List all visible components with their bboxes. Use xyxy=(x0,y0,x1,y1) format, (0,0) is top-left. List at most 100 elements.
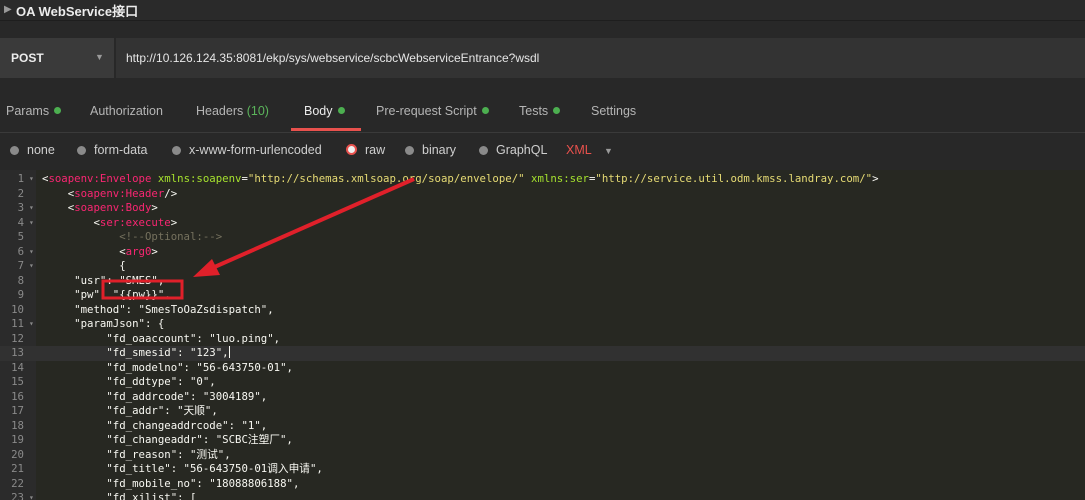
code-text: "fd_mobile_no": "18088806188", xyxy=(42,476,300,490)
editor-line[interactable]: 22 "fd_mobile_no": "18088806188", xyxy=(0,477,1085,492)
editor-line[interactable]: 10 "method": "SmesToOaZsdispatch", xyxy=(0,303,1085,318)
line-number: 18 xyxy=(11,418,24,432)
editor-line[interactable]: 16 "fd_addrcode": "3004189", xyxy=(0,390,1085,405)
editor-line[interactable]: 4 ▾ <ser:execute> xyxy=(0,216,1085,231)
editor-line[interactable]: 14 "fd_modelno": "56-643750-01", xyxy=(0,361,1085,376)
active-tab-indicator xyxy=(291,128,361,131)
editor-line[interactable]: 12 "fd_oaaccount": "luo.ping", xyxy=(0,332,1085,347)
request-tabs: Params Authorization Headers (10) Body P… xyxy=(0,92,1085,133)
editor-line[interactable]: 17 "fd_addr": "天顺", xyxy=(0,404,1085,419)
editor-line[interactable]: 18 "fd_changeaddrcode": "1", xyxy=(0,419,1085,434)
code-editor[interactable]: 1 ▾ <soapenv:Envelope xmlns:soapenv="http:… xyxy=(0,170,1085,500)
line-number: 10 xyxy=(11,302,24,316)
status-dot-icon xyxy=(54,107,62,114)
line-number: 22 xyxy=(11,476,24,490)
code-text: "fd_smesid": "123", xyxy=(42,346,230,359)
radio-graphql[interactable]: GraphQL xyxy=(479,143,547,157)
line-number: 13 xyxy=(11,346,24,359)
radio-icon xyxy=(10,146,19,155)
fold-caret-icon[interactable]: ▾ xyxy=(29,216,34,231)
status-dot-icon xyxy=(481,107,489,114)
line-number: 3 xyxy=(17,201,24,214)
tab-tests[interactable]: Tests xyxy=(519,104,561,118)
radio-icon xyxy=(172,146,181,155)
editor-line[interactable]: 19 "fd_changeaddr": "SCBC注塑厂", xyxy=(0,433,1085,448)
line-number: 4 xyxy=(17,215,24,229)
code-text: "fd_ddtype": "0", xyxy=(42,375,216,388)
editor-line[interactable]: 21 "fd_title": "56-643750-01调入申请", xyxy=(0,462,1085,477)
line-number: 14 xyxy=(11,360,24,374)
request-title-bar: ▶ OA WebService接口 xyxy=(0,0,1085,21)
code-text: "fd_oaaccount": "luo.ping", xyxy=(42,331,281,345)
editor-line[interactable]: 23 ▾ "fd_xjlist": [ xyxy=(0,491,1085,500)
editor-line[interactable]: 13 "fd_smesid": "123", xyxy=(0,346,1085,361)
code-text: "fd_changeaddrcode": "1", xyxy=(42,418,268,432)
radio-icon xyxy=(479,146,488,155)
url-text: http://10.126.124.35:8081/ekp/sys/webser… xyxy=(126,51,540,65)
request-name[interactable]: OA WebService接口 xyxy=(16,1,138,20)
code-text: "fd_changeaddr": "SCBC注塑厂", xyxy=(42,433,293,446)
url-bar: POST ▼ http://10.126.124.35:8081/ekp/sys… xyxy=(0,38,1085,78)
radio-raw[interactable]: raw xyxy=(346,143,385,157)
text-cursor xyxy=(228,346,230,358)
tab-settings[interactable]: Settings xyxy=(591,104,636,118)
code-text: <soapenv:Envelope xmlns:soapenv="http://… xyxy=(42,172,879,185)
tab-pre-request-script[interactable]: Pre-request Script xyxy=(376,104,489,118)
code-text: { xyxy=(42,259,126,272)
code-text: <soapenv:Body> xyxy=(67,201,158,214)
tab-body[interactable]: Body xyxy=(304,104,345,118)
fold-caret-icon[interactable]: ▾ xyxy=(29,491,34,500)
line-number: 23 xyxy=(11,491,24,500)
editor-line[interactable]: 11 ▾ "paramJson": { xyxy=(0,317,1085,332)
radio-binary[interactable]: binary xyxy=(405,143,456,157)
line-number: 12 xyxy=(11,331,24,345)
radio-x-www-form-urlencoded[interactable]: x-www-form-urlencoded xyxy=(172,143,322,157)
fold-caret-icon[interactable]: ▾ xyxy=(29,172,34,187)
radio-form-data[interactable]: form-data xyxy=(77,143,148,157)
radio-none[interactable]: none xyxy=(10,143,55,157)
chevron-down-icon[interactable]: ▼ xyxy=(604,146,613,156)
line-number: 8 xyxy=(17,273,24,287)
fold-caret-icon[interactable]: ▾ xyxy=(29,201,34,216)
fold-caret-icon[interactable]: ▾ xyxy=(29,245,34,260)
line-number: 7 xyxy=(17,259,24,272)
editor-line[interactable]: 5 <!--Optional:--> xyxy=(0,230,1085,245)
editor-line[interactable]: 7 ▾ { xyxy=(0,259,1085,274)
radio-icon xyxy=(77,146,86,155)
editor-line[interactable]: 3 ▾ <soapenv:Body> xyxy=(0,201,1085,216)
fold-caret-icon[interactable]: ▾ xyxy=(29,259,34,274)
code-text: "fd_xjlist": [ xyxy=(42,491,197,500)
method-label: POST xyxy=(11,51,44,65)
editor-line[interactable]: 2 <soapenv:Header/> xyxy=(0,187,1085,202)
code-text: "fd_addrcode": "3004189", xyxy=(42,389,268,403)
code-text: "method": "SmesToOaZsdispatch", xyxy=(42,302,274,316)
tab-authorization[interactable]: Authorization xyxy=(90,104,163,118)
code-text: "fd_reason": "测试", xyxy=(42,447,231,461)
line-number: 1 xyxy=(17,172,24,185)
line-number: 16 xyxy=(11,389,24,403)
fold-caret-icon[interactable]: ▾ xyxy=(29,317,34,332)
editor-line[interactable]: 6 ▾ <arg0> xyxy=(0,245,1085,260)
line-number: 17 xyxy=(11,404,24,417)
method-select[interactable]: POST ▼ xyxy=(0,38,114,78)
body-type-options: none form-data x-www-form-urlencoded raw… xyxy=(0,140,1085,162)
radio-icon xyxy=(405,146,414,155)
format-select[interactable]: XML xyxy=(566,143,592,157)
line-number: 9 xyxy=(17,288,24,301)
tab-headers[interactable]: Headers (10) xyxy=(196,104,269,118)
editor-line[interactable]: 1 ▾ <soapenv:Envelope xmlns:soapenv="http:… xyxy=(0,172,1085,187)
tab-params[interactable]: Params xyxy=(6,104,62,118)
url-input[interactable]: http://10.126.124.35:8081/ekp/sys/webser… xyxy=(116,38,1085,78)
radio-selected-icon xyxy=(346,144,357,155)
line-number: 20 xyxy=(11,447,24,461)
editor-line[interactable]: 20 "fd_reason": "测试", xyxy=(0,448,1085,463)
editor-line[interactable]: 9 "pw": "{{pw}}", xyxy=(0,288,1085,303)
editor-line[interactable]: 8 "usr": "SMES", xyxy=(0,274,1085,289)
headers-count: (10) xyxy=(246,104,269,118)
code-text: <!--Optional:--> xyxy=(42,230,223,243)
line-number: 19 xyxy=(11,433,24,446)
expand-caret-icon[interactable]: ▶ xyxy=(4,4,12,15)
status-dot-icon xyxy=(337,107,345,114)
editor-line[interactable]: 15 "fd_ddtype": "0", xyxy=(0,375,1085,390)
code-text: "fd_modelno": "56-643750-01", xyxy=(42,360,293,374)
